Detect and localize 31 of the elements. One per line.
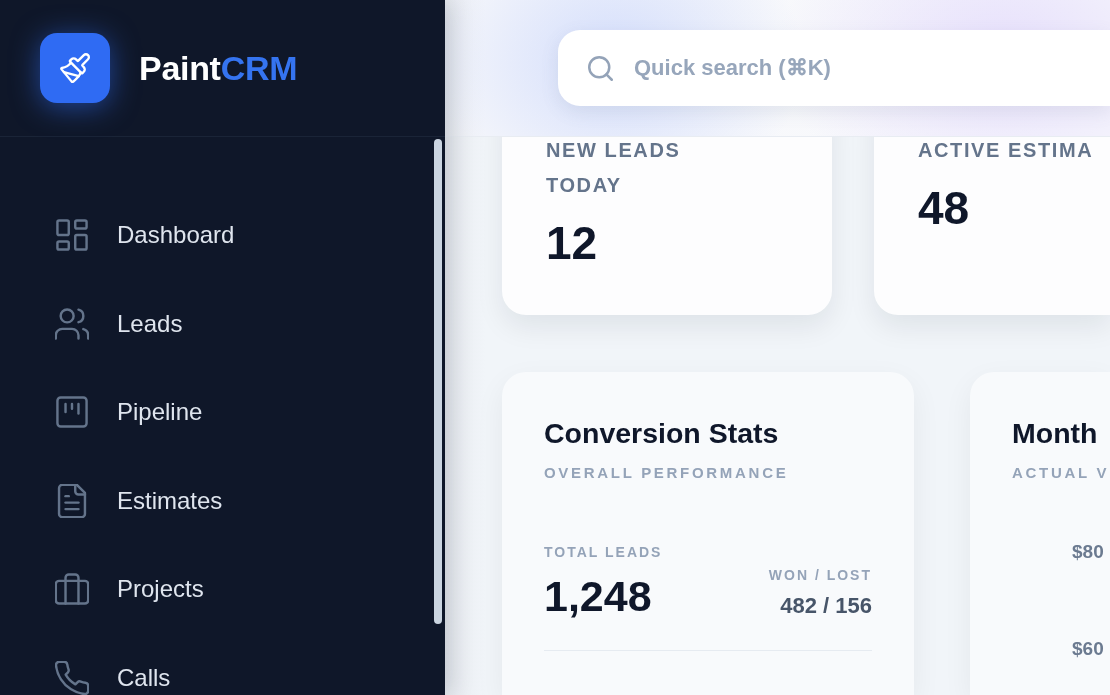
card-subtitle: OVERALL PERFORMANCE <box>544 463 790 483</box>
board-icon <box>55 395 89 430</box>
axis-label: $60 <box>1072 637 1104 661</box>
document-icon <box>55 483 89 518</box>
paintbrush-icon <box>40 33 110 103</box>
stat-value: 482 / 156 <box>779 592 872 620</box>
stat-label: TOTAL LEADS <box>544 543 663 561</box>
stat-value: 48 <box>918 185 971 231</box>
nav-item[interactable]: Leads <box>44 295 194 352</box>
stat-label: NEW LEADS TODAY <box>546 138 682 198</box>
nav-item[interactable]: Calls <box>44 649 182 695</box>
stat-label: ACTIVE ESTIMA <box>918 138 1095 163</box>
people-icon <box>55 306 89 341</box>
grid-icon <box>55 218 89 252</box>
stat-value: 1,248 <box>544 572 653 620</box>
scrollbar[interactable] <box>434 139 442 624</box>
axis-label: $80 <box>1072 540 1104 564</box>
card-subtitle: ACTUAL V <box>1012 463 1110 483</box>
card-title: Conversion Stats <box>544 416 780 450</box>
phone-icon <box>55 660 89 695</box>
nav-item[interactable]: Dashboard <box>44 207 246 263</box>
card-title: Month <box>1012 416 1099 450</box>
nav-item[interactable]: Pipeline <box>44 384 214 441</box>
nav-item[interactable]: Projects <box>44 561 215 618</box>
stat-value: 12 <box>546 220 599 266</box>
search-field[interactable]: Quick search (⌘K) <box>558 30 1110 106</box>
brand-name: PaintCRM <box>139 48 298 88</box>
search-icon <box>588 55 613 81</box>
briefcase-icon <box>55 572 89 607</box>
nav-item[interactable]: Estimates <box>44 472 234 529</box>
stat-label: WON / LOST <box>768 566 872 584</box>
